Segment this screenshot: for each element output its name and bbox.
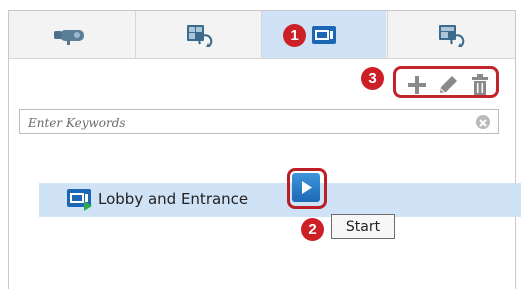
plus-icon bbox=[408, 76, 426, 94]
view-refresh-icon bbox=[186, 24, 212, 47]
tab-bar bbox=[9, 11, 515, 59]
tour-icon bbox=[67, 189, 92, 211]
toolbar bbox=[9, 58, 515, 104]
trash-icon bbox=[472, 74, 488, 95]
search-input[interactable] bbox=[26, 112, 470, 133]
clear-search-button[interactable] bbox=[476, 115, 490, 129]
annotation-badge-1: 1 bbox=[283, 24, 306, 47]
clear-icon bbox=[479, 119, 487, 127]
monitor-panel: Lobby and Entrance bbox=[8, 10, 521, 289]
camera-icon bbox=[53, 29, 84, 45]
start-tooltip: Start bbox=[331, 214, 395, 239]
pencil-icon bbox=[440, 76, 457, 93]
start-button[interactable] bbox=[292, 173, 320, 202]
play-icon bbox=[302, 181, 312, 194]
list-item[interactable]: Lobby and Entrance bbox=[39, 183, 521, 217]
list-item-label: Lobby and Entrance bbox=[98, 190, 249, 208]
search-box bbox=[19, 109, 499, 134]
toolbar-highlight bbox=[393, 66, 499, 98]
delete-button[interactable] bbox=[468, 73, 492, 97]
tab-tour[interactable] bbox=[262, 11, 386, 58]
add-button[interactable] bbox=[405, 73, 429, 97]
tab-schedule[interactable] bbox=[388, 11, 513, 58]
tab-view[interactable] bbox=[136, 11, 261, 58]
monitor-refresh-icon bbox=[438, 24, 464, 47]
tab-camera[interactable] bbox=[9, 11, 134, 58]
tour-monitor-icon bbox=[312, 25, 336, 44]
edit-button[interactable] bbox=[436, 73, 460, 97]
annotation-badge-2: 2 bbox=[301, 218, 324, 241]
annotation-badge-3: 3 bbox=[361, 67, 384, 90]
